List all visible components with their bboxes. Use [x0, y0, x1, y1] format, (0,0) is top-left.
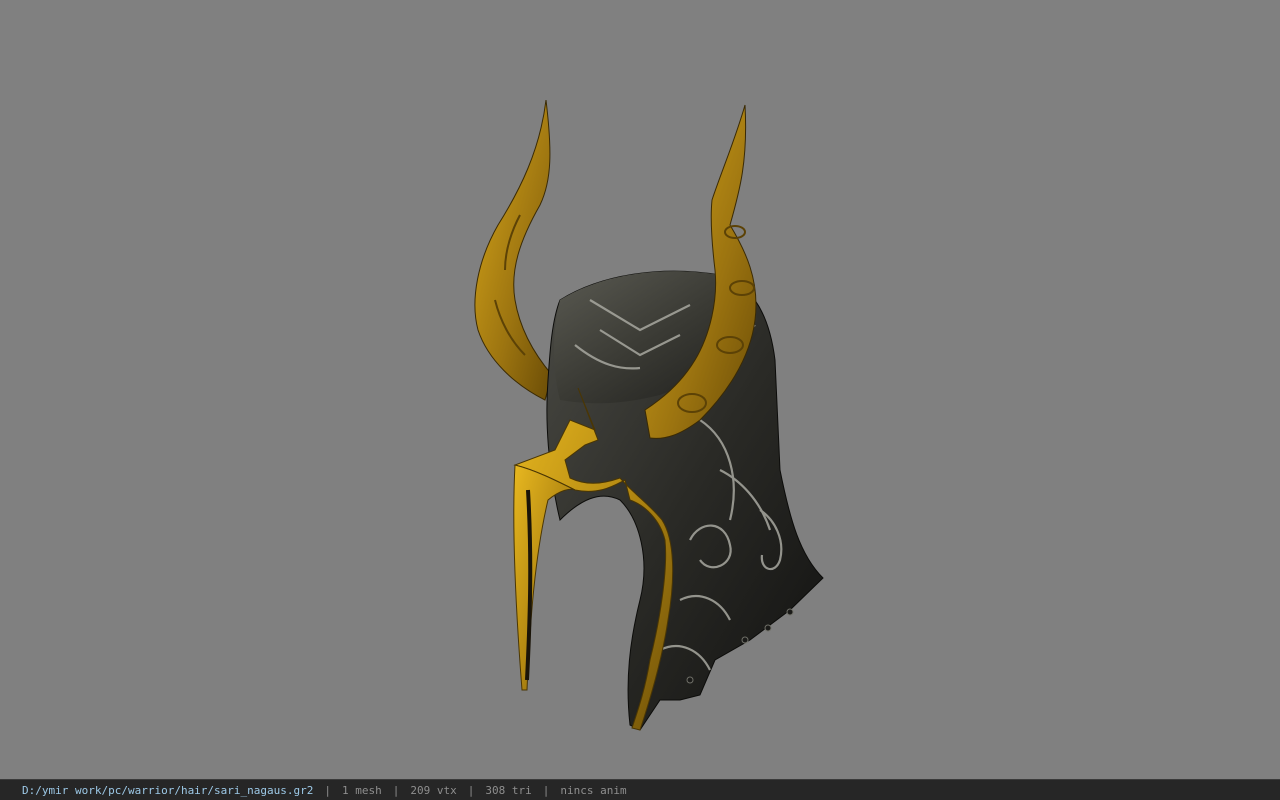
status-bar: D:/ymir work/pc/warrior/hair/sari_nagaus…	[0, 779, 1280, 800]
mesh-count-label: 1 mesh	[342, 783, 382, 797]
separator: |	[542, 783, 550, 797]
helmet-model-icon[interactable]	[0, 0, 1280, 779]
left-horn	[474, 99, 553, 401]
helmet-shell	[546, 270, 824, 731]
animation-label: nincs anim	[560, 783, 627, 797]
separator: |	[392, 783, 400, 797]
vertex-count-label: 209 vtx	[410, 783, 457, 797]
triangle-count-label: 308 tri	[485, 783, 532, 797]
file-path-label: D:/ymir work/pc/warrior/hair/sari_nagaus…	[22, 783, 314, 797]
separator: |	[467, 783, 475, 797]
separator: |	[324, 783, 332, 797]
3d-viewport[interactable]	[0, 0, 1280, 779]
